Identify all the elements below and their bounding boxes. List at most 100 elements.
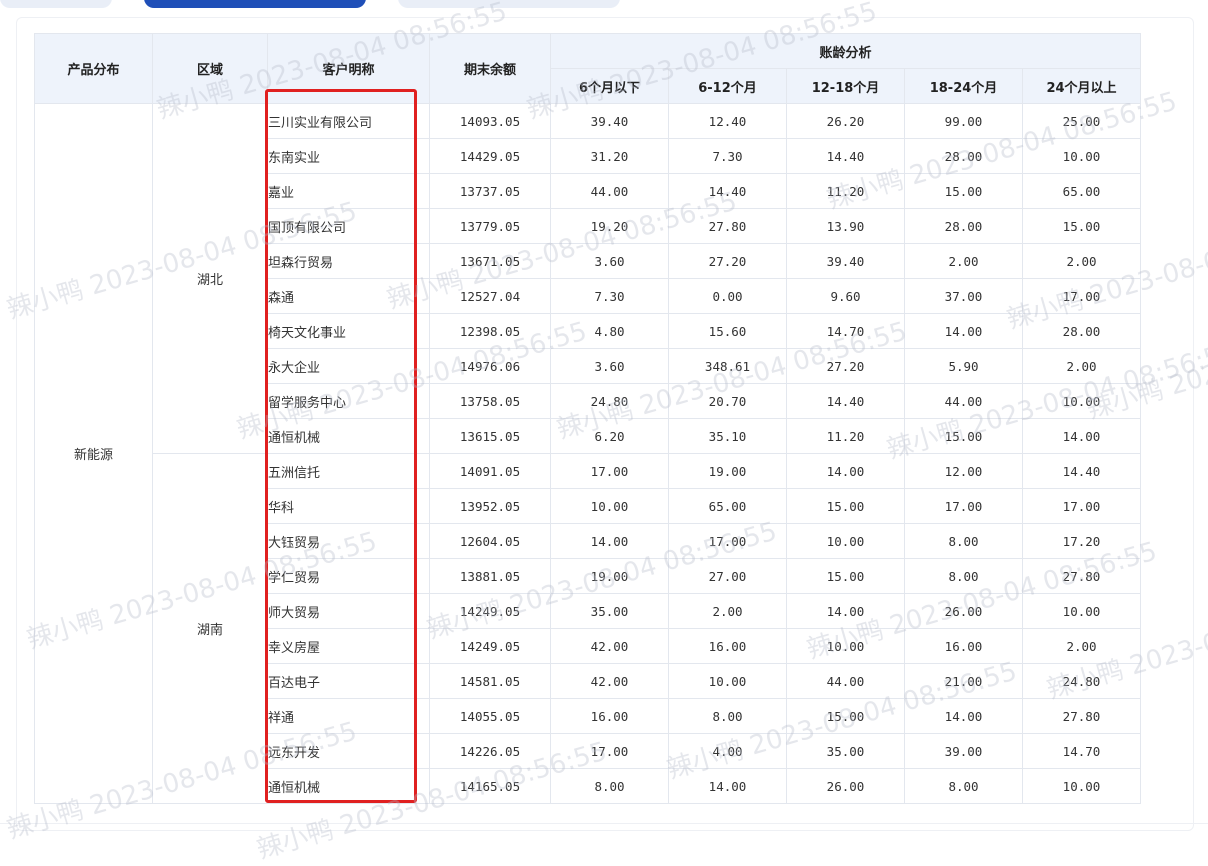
aging-value-cell[interactable]: 12.40 bbox=[668, 103, 787, 139]
aging-value-cell[interactable]: 27.00 bbox=[668, 558, 787, 594]
aging-value-cell[interactable]: 10.00 bbox=[550, 488, 669, 524]
aging-value-cell[interactable]: 19.00 bbox=[668, 453, 787, 489]
aging-value-cell[interactable]: 14.00 bbox=[668, 768, 787, 804]
aging-value-cell[interactable]: 17.00 bbox=[668, 523, 787, 559]
aging-value-cell[interactable]: 8.00 bbox=[668, 698, 787, 734]
aging-value-cell[interactable]: 37.00 bbox=[904, 278, 1023, 314]
aging-value-cell[interactable]: 24.80 bbox=[1022, 663, 1141, 699]
aging-value-cell[interactable]: 21.00 bbox=[904, 663, 1023, 699]
aging-value-cell[interactable]: 8.00 bbox=[550, 768, 669, 804]
aging-value-cell[interactable]: 31.20 bbox=[550, 138, 669, 174]
tab-1[interactable] bbox=[0, 0, 112, 8]
aging-value-cell[interactable]: 11.20 bbox=[786, 418, 905, 454]
aging-value-cell[interactable]: 15.00 bbox=[904, 173, 1023, 209]
aging-value-cell[interactable]: 12.00 bbox=[904, 453, 1023, 489]
aging-value-cell[interactable]: 39.00 bbox=[904, 733, 1023, 769]
aging-value-cell[interactable]: 28.00 bbox=[904, 208, 1023, 244]
aging-value-cell[interactable]: 27.80 bbox=[1022, 698, 1141, 734]
aging-value-cell[interactable]: 11.20 bbox=[786, 173, 905, 209]
aging-value-cell[interactable]: 35.00 bbox=[786, 733, 905, 769]
aging-value-cell[interactable]: 6.20 bbox=[550, 418, 669, 454]
aging-value-cell[interactable]: 14.40 bbox=[668, 173, 787, 209]
aging-value-cell[interactable]: 35.10 bbox=[668, 418, 787, 454]
aging-value-cell[interactable]: 14.40 bbox=[786, 383, 905, 419]
aging-value-cell[interactable]: 16.00 bbox=[550, 698, 669, 734]
aging-value-cell[interactable]: 10.00 bbox=[786, 628, 905, 664]
aging-value-cell[interactable]: 39.40 bbox=[786, 243, 905, 279]
aging-value-cell[interactable]: 13.90 bbox=[786, 208, 905, 244]
aging-value-cell[interactable]: 42.00 bbox=[550, 628, 669, 664]
aging-value-cell[interactable]: 26.00 bbox=[786, 768, 905, 804]
aging-value-cell[interactable]: 15.00 bbox=[786, 488, 905, 524]
aging-value-cell[interactable]: 35.00 bbox=[550, 593, 669, 629]
aging-value-cell[interactable]: 14.00 bbox=[904, 313, 1023, 349]
aging-value-cell[interactable]: 26.20 bbox=[786, 103, 905, 139]
aging-value-cell[interactable]: 20.70 bbox=[668, 383, 787, 419]
aging-value-cell[interactable]: 27.80 bbox=[668, 208, 787, 244]
aging-value-cell[interactable]: 17.00 bbox=[1022, 278, 1141, 314]
aging-value-cell[interactable]: 14.40 bbox=[786, 138, 905, 174]
tab-3[interactable] bbox=[398, 0, 620, 8]
aging-value-cell[interactable]: 10.00 bbox=[1022, 593, 1141, 629]
aging-value-cell[interactable]: 7.30 bbox=[550, 278, 669, 314]
aging-value-cell[interactable]: 42.00 bbox=[550, 663, 669, 699]
aging-value-cell[interactable]: 17.00 bbox=[904, 488, 1023, 524]
aging-value-cell[interactable]: 65.00 bbox=[668, 488, 787, 524]
aging-value-cell[interactable]: 44.00 bbox=[786, 663, 905, 699]
aging-value-cell[interactable]: 3.60 bbox=[550, 243, 669, 279]
aging-value-cell[interactable]: 3.60 bbox=[550, 348, 669, 384]
aging-value-cell[interactable]: 14.40 bbox=[1022, 453, 1141, 489]
aging-value-cell[interactable]: 15.00 bbox=[904, 418, 1023, 454]
aging-value-cell[interactable]: 39.40 bbox=[550, 103, 669, 139]
aging-value-cell[interactable]: 10.00 bbox=[668, 663, 787, 699]
aging-value-cell[interactable]: 14.00 bbox=[1022, 418, 1141, 454]
aging-value-cell[interactable]: 15.00 bbox=[786, 698, 905, 734]
aging-value-cell[interactable]: 17.20 bbox=[1022, 523, 1141, 559]
aging-value-cell[interactable]: 28.00 bbox=[1022, 313, 1141, 349]
aging-value-cell[interactable]: 19.00 bbox=[550, 558, 669, 594]
aging-value-cell[interactable]: 14.00 bbox=[550, 523, 669, 559]
aging-value-cell[interactable]: 15.60 bbox=[668, 313, 787, 349]
aging-value-cell[interactable]: 2.00 bbox=[1022, 348, 1141, 384]
aging-value-cell[interactable]: 10.00 bbox=[1022, 768, 1141, 804]
aging-value-cell[interactable]: 0.00 bbox=[668, 278, 787, 314]
aging-value-cell[interactable]: 2.00 bbox=[1022, 243, 1141, 279]
aging-value-cell[interactable]: 28.00 bbox=[904, 138, 1023, 174]
aging-value-cell[interactable]: 5.90 bbox=[904, 348, 1023, 384]
aging-value-cell[interactable]: 26.00 bbox=[904, 593, 1023, 629]
aging-value-cell[interactable]: 2.00 bbox=[904, 243, 1023, 279]
aging-value-cell[interactable]: 27.80 bbox=[1022, 558, 1141, 594]
aging-value-cell[interactable]: 348.61 bbox=[668, 348, 787, 384]
aging-value-cell[interactable]: 15.00 bbox=[1022, 208, 1141, 244]
aging-value-cell[interactable]: 19.20 bbox=[550, 208, 669, 244]
aging-value-cell[interactable]: 4.00 bbox=[668, 733, 787, 769]
aging-value-cell[interactable]: 16.00 bbox=[668, 628, 787, 664]
aging-value-cell[interactable]: 44.00 bbox=[550, 173, 669, 209]
aging-value-cell[interactable]: 2.00 bbox=[1022, 628, 1141, 664]
aging-value-cell[interactable]: 14.70 bbox=[786, 313, 905, 349]
aging-value-cell[interactable]: 9.60 bbox=[786, 278, 905, 314]
aging-value-cell[interactable]: 17.00 bbox=[550, 453, 669, 489]
aging-value-cell[interactable]: 65.00 bbox=[1022, 173, 1141, 209]
aging-value-cell[interactable]: 15.00 bbox=[786, 558, 905, 594]
aging-value-cell[interactable]: 24.80 bbox=[550, 383, 669, 419]
aging-value-cell[interactable]: 10.00 bbox=[1022, 138, 1141, 174]
aging-value-cell[interactable]: 99.00 bbox=[904, 103, 1023, 139]
tab-active[interactable] bbox=[144, 0, 366, 8]
aging-value-cell[interactable]: 2.00 bbox=[668, 593, 787, 629]
aging-value-cell[interactable]: 27.20 bbox=[668, 243, 787, 279]
aging-value-cell[interactable]: 7.30 bbox=[668, 138, 787, 174]
aging-value-cell[interactable]: 4.80 bbox=[550, 313, 669, 349]
aging-value-cell[interactable]: 25.00 bbox=[1022, 103, 1141, 139]
aging-value-cell[interactable]: 17.00 bbox=[550, 733, 669, 769]
aging-value-cell[interactable]: 8.00 bbox=[904, 558, 1023, 594]
aging-value-cell[interactable]: 14.00 bbox=[786, 593, 905, 629]
aging-value-cell[interactable]: 8.00 bbox=[904, 768, 1023, 804]
aging-value-cell[interactable]: 14.00 bbox=[786, 453, 905, 489]
aging-value-cell[interactable]: 14.70 bbox=[1022, 733, 1141, 769]
aging-value-cell[interactable]: 8.00 bbox=[904, 523, 1023, 559]
aging-value-cell[interactable]: 44.00 bbox=[904, 383, 1023, 419]
aging-value-cell[interactable]: 27.20 bbox=[786, 348, 905, 384]
aging-value-cell[interactable]: 17.00 bbox=[1022, 488, 1141, 524]
aging-value-cell[interactable]: 10.00 bbox=[786, 523, 905, 559]
